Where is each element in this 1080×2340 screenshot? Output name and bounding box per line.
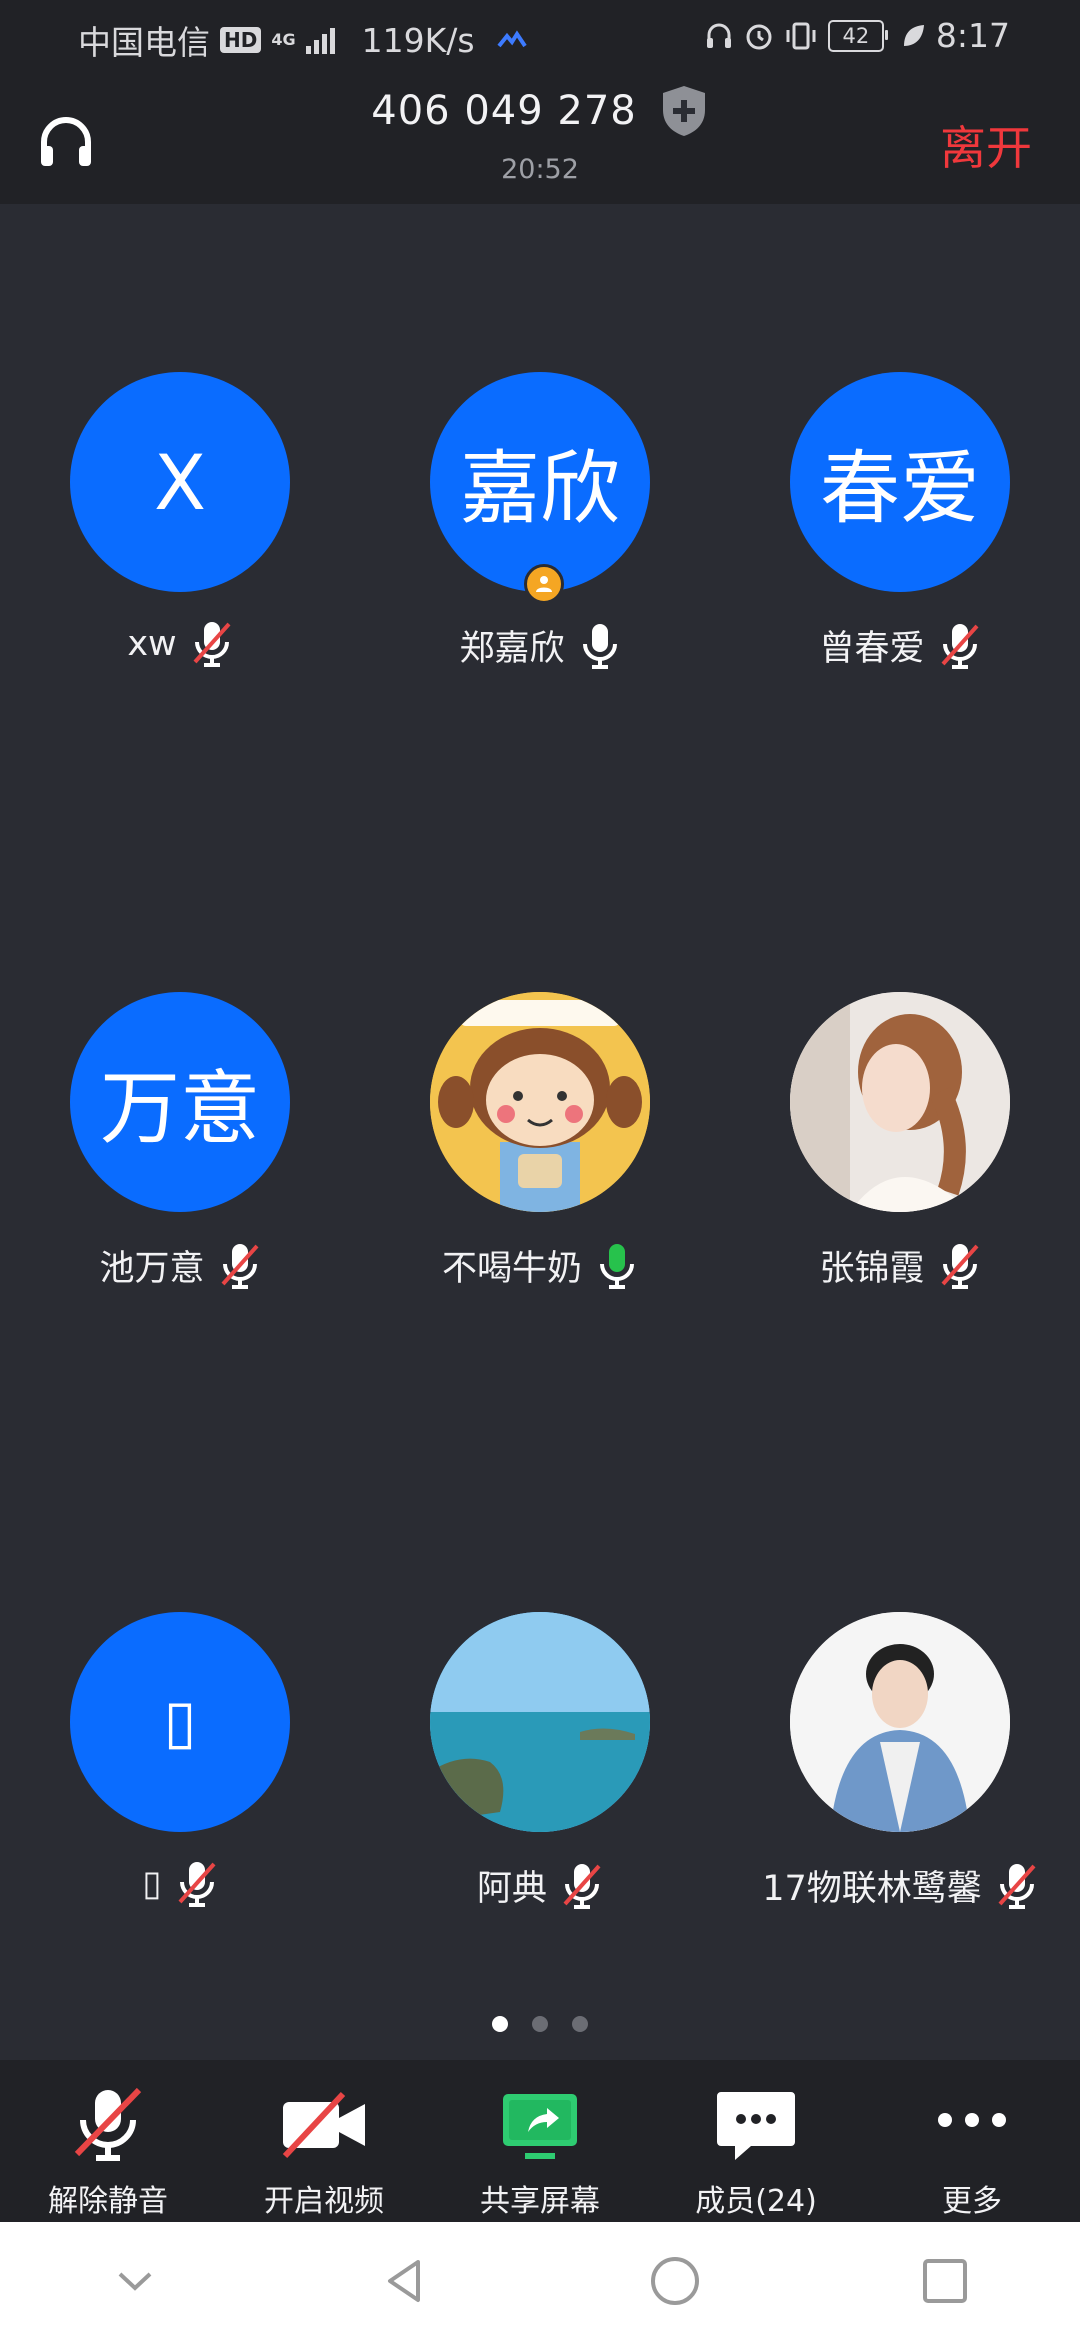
participant-tile[interactable]: 17物联林鹭馨: [720, 1612, 1080, 1932]
mic-on-icon: [582, 623, 617, 669]
chevron-down-icon[interactable]: [100, 2246, 170, 2316]
clock-label: 8:17: [935, 16, 1010, 55]
hd-icon: HD: [220, 27, 262, 53]
participant-name: 郑嘉欣: [459, 629, 565, 669]
avatar-cartoon-girl: [430, 992, 650, 1212]
avatar-sea-landscape: [430, 1612, 650, 1832]
network-type-label: 4G: [271, 30, 296, 49]
avatar: 万意: [70, 992, 290, 1212]
avatar-initial: 万意: [100, 1062, 260, 1155]
participant-tile[interactable]: 张锦霞: [720, 992, 1080, 1312]
avatar-man-photo: [790, 1612, 1010, 1832]
mic-muted-icon: [221, 1243, 258, 1289]
avatar-initial: ▯: [163, 1687, 197, 1757]
avatar-initial: 嘉欣: [460, 442, 620, 535]
unmute-button[interactable]: 解除静音: [0, 2060, 216, 2222]
avatar-woman-photo: [790, 992, 1010, 1212]
participant-tile[interactable]: 阿典: [360, 1612, 720, 1932]
meeting-header: 406 049 278 20:52 离开: [0, 72, 1080, 204]
page-dot-2[interactable]: [532, 2016, 548, 2032]
more-button[interactable]: 更多: [864, 2060, 1080, 2222]
back-icon[interactable]: [370, 2246, 440, 2316]
share-screen-icon: [503, 2094, 577, 2159]
mic-muted-icon: [998, 1863, 1036, 1909]
shield-icon: [662, 86, 705, 136]
participant-name: ▯: [142, 1864, 162, 1904]
share-screen-label: 共享屏幕: [480, 2184, 600, 2219]
participant-tile[interactable]: ▯ ▯: [0, 1612, 360, 1932]
mic-speaking-icon: [600, 1243, 634, 1289]
participant-name: xw: [127, 624, 177, 664]
signal-icon: [305, 28, 335, 54]
participant-tile[interactable]: 不喝牛奶: [360, 992, 720, 1312]
mic-muted-icon: [563, 1863, 601, 1909]
more-label: 更多: [942, 2184, 1002, 2219]
avatar: 嘉欣: [430, 372, 650, 592]
avatar: ▯: [70, 1612, 290, 1832]
page-indicator: [0, 2016, 1080, 2032]
participant-name: 曾春爱: [819, 629, 925, 669]
page-dot-1[interactable]: [492, 2016, 508, 2032]
share-screen-button[interactable]: 共享屏幕: [432, 2060, 648, 2222]
mic-muted-icon: [941, 1243, 978, 1289]
participant-name: 不喝牛奶: [441, 1249, 582, 1289]
page-dot-3[interactable]: [572, 2016, 588, 2032]
vibrate-icon: [786, 22, 816, 49]
avatar: 春爱: [790, 372, 1010, 592]
more-dots-icon: [938, 2113, 1006, 2127]
participant-tile[interactable]: X xw: [0, 372, 360, 692]
headset-status-icon: [706, 23, 731, 48]
meeting-id: 406 049 278: [371, 88, 637, 134]
status-bar: 中国电信 HD 4G 119K/s 42 8:17: [0, 0, 1080, 72]
participant-tile[interactable]: 万意 池万意: [0, 992, 360, 1312]
app-notification-icon: [497, 30, 527, 48]
mic-muted-icon: [193, 622, 231, 667]
participant-name: 张锦霞: [819, 1249, 925, 1289]
meeting-toolbar: 解除静音 开启视频 共享屏幕 成员(24) 更多: [0, 2060, 1080, 2222]
members-button[interactable]: 成员(24): [648, 2060, 864, 2222]
home-icon[interactable]: [640, 2246, 710, 2316]
avatar-initial: X: [153, 437, 207, 527]
leave-button[interactable]: 离开: [940, 112, 1032, 178]
participant-tile[interactable]: 春爱 曾春爱: [720, 372, 1080, 692]
host-badge-icon: [524, 564, 564, 604]
sea-landscape-image: [430, 1612, 650, 1832]
start-video-button[interactable]: 开启视频: [216, 2060, 432, 2222]
recents-icon[interactable]: [910, 2246, 980, 2316]
participant-name: 阿典: [476, 1869, 547, 1909]
cartoon-girl-image: [430, 992, 650, 1212]
woman-photo-image: [790, 992, 1010, 1212]
meeting-duration: 20:52: [501, 154, 579, 185]
avatar: X: [70, 372, 290, 592]
start-video-label: 开启视频: [264, 2184, 384, 2219]
avatar-initial: 春爱: [820, 442, 980, 535]
net-speed-label: 119K/s: [361, 20, 475, 60]
system-nav-bar: [0, 2222, 1080, 2340]
chat-bubble-icon: [717, 2092, 795, 2160]
participant-tile[interactable]: 嘉欣 郑嘉欣: [360, 372, 720, 692]
video-off-icon: [282, 2091, 365, 2159]
meeting-id-row[interactable]: 406 049 278: [0, 84, 1080, 138]
participant-name: 池万意: [99, 1249, 205, 1289]
battery-level: 42: [842, 23, 870, 48]
alarm-icon: [746, 24, 772, 49]
carrier-label: 中国电信: [78, 23, 210, 62]
battery-icon: 42: [827, 19, 888, 52]
mic-muted-icon: [74, 2087, 142, 2161]
leaf-icon: [903, 24, 924, 46]
participant-name: 17物联林鹭馨: [762, 1869, 982, 1909]
members-label: 成员(24): [695, 2184, 817, 2219]
unmute-label: 解除静音: [48, 2184, 168, 2219]
mic-muted-icon: [941, 623, 978, 669]
man-photo-image: [790, 1612, 1010, 1832]
mic-muted-icon: [178, 1862, 216, 1907]
